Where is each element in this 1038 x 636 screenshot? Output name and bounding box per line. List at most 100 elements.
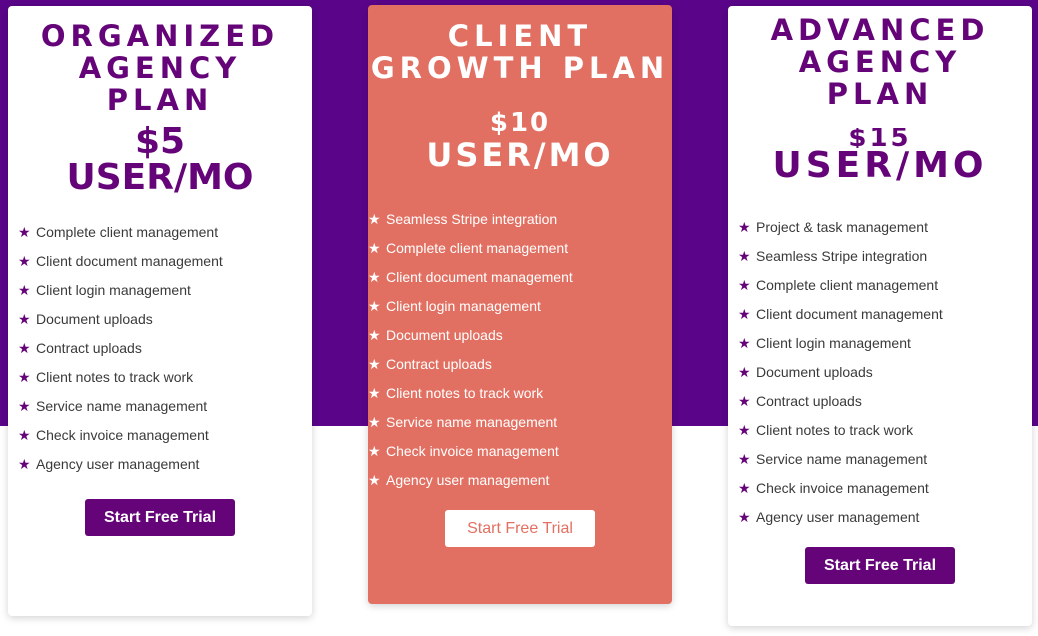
star-icon: ★ xyxy=(738,508,751,525)
feature-item: ★ Project & task management xyxy=(738,212,1032,241)
feature-label: Client notes to track work xyxy=(36,368,194,385)
plan-title: ADVANCED AGENCY PLAN xyxy=(770,13,990,111)
feature-label: Complete client management xyxy=(386,239,569,256)
price-amount: $5 xyxy=(134,121,186,162)
feature-label: Agency user management xyxy=(386,471,550,488)
feature-item: ★ Document uploads xyxy=(738,357,1032,386)
star-icon: ★ xyxy=(18,426,31,443)
star-icon: ★ xyxy=(368,413,381,430)
feature-label: Client document management xyxy=(756,305,943,322)
star-icon: ★ xyxy=(18,339,31,356)
star-icon: ★ xyxy=(368,355,381,372)
feature-label: Document uploads xyxy=(756,363,873,380)
star-icon: ★ xyxy=(738,450,751,467)
plan-title: ORGANIZED AGENCY PLAN xyxy=(40,19,280,117)
price-unit: USER/MO xyxy=(66,157,254,198)
star-icon: ★ xyxy=(18,368,31,385)
feature-item: ★ Contract uploads xyxy=(18,333,312,362)
feature-label: Client notes to track work xyxy=(386,384,544,401)
plan-title: CLIENT GROWTH PLAN xyxy=(370,19,670,85)
star-icon: ★ xyxy=(368,442,381,459)
start-free-trial-button[interactable]: Start Free Trial xyxy=(445,510,595,547)
feature-item: ★ Agency user management xyxy=(368,465,672,494)
feature-item: ★ Complete client management xyxy=(18,217,312,246)
star-icon: ★ xyxy=(368,297,381,314)
star-icon: ★ xyxy=(18,397,31,414)
star-icon: ★ xyxy=(738,305,751,322)
pricing-card-organized-agency: ORGANIZED AGENCY PLAN $5 USER/MO ★ Comple… xyxy=(8,6,312,616)
feature-label: Client login management xyxy=(36,281,191,298)
feature-label: Client document management xyxy=(386,268,573,285)
feature-label: Check invoice management xyxy=(756,479,929,496)
star-icon: ★ xyxy=(738,247,751,264)
feature-item: ★ Agency user management xyxy=(18,449,312,478)
feature-label: Seamless Stripe integration xyxy=(756,247,928,264)
star-icon: ★ xyxy=(18,281,31,298)
feature-item: ★ Agency user management xyxy=(738,502,1032,531)
feature-label: Client login management xyxy=(756,334,911,351)
star-icon: ★ xyxy=(738,218,751,235)
feature-label: Document uploads xyxy=(386,326,503,343)
feature-item: ★ Client notes to track work xyxy=(368,378,672,407)
feature-item: ★ Client document management xyxy=(18,246,312,275)
feature-label: Complete client management xyxy=(36,223,219,240)
feature-item: ★ Check invoice management xyxy=(368,436,672,465)
star-icon: ★ xyxy=(738,276,751,293)
star-icon: ★ xyxy=(738,479,751,496)
feature-label: Project & task management xyxy=(756,218,928,235)
plan-price: $10 USER/MO xyxy=(368,108,672,172)
feature-item: ★ Document uploads xyxy=(18,304,312,333)
star-icon: ★ xyxy=(368,326,381,343)
feature-item: ★ Contract uploads xyxy=(368,349,672,378)
feature-list: ★ Project & task management ★ Seamless Stri… xyxy=(738,212,1032,531)
feature-item: ★ Check invoice management xyxy=(738,473,1032,502)
feature-label: Check invoice management xyxy=(36,426,209,443)
feature-item: ★ Client document management xyxy=(368,262,672,291)
star-icon: ★ xyxy=(738,392,751,409)
price-unit: USER/MO xyxy=(426,136,614,174)
price-amount: $10 xyxy=(489,108,551,138)
feature-label: Client document management xyxy=(36,252,223,269)
pricing-card-advanced-agency: ADVANCED AGENCY PLAN $15 USER/MO ★ Projec… xyxy=(728,6,1032,626)
star-icon: ★ xyxy=(18,223,31,240)
star-icon: ★ xyxy=(738,334,751,351)
feature-label: Client login management xyxy=(386,297,541,314)
price-unit: USER/MO xyxy=(772,145,988,186)
feature-label: Contract uploads xyxy=(36,339,142,356)
feature-label: Service name management xyxy=(386,413,558,430)
feature-label: Check invoice management xyxy=(386,442,559,459)
feature-item: ★ Complete client management xyxy=(738,270,1032,299)
star-icon: ★ xyxy=(738,363,751,380)
star-icon: ★ xyxy=(18,252,31,269)
start-free-trial-button[interactable]: Start Free Trial xyxy=(85,499,235,536)
feature-label: Service name management xyxy=(36,397,208,414)
feature-item: ★ Client login management xyxy=(738,328,1032,357)
feature-item: ★ Check invoice management xyxy=(18,420,312,449)
feature-item: ★ Client login management xyxy=(18,275,312,304)
star-icon: ★ xyxy=(368,210,381,227)
feature-label: Client notes to track work xyxy=(756,421,914,438)
star-icon: ★ xyxy=(368,384,381,401)
feature-item: ★ Seamless Stripe integration xyxy=(738,241,1032,270)
feature-item: ★ Seamless Stripe integration xyxy=(368,204,672,233)
feature-item: ★ Client notes to track work xyxy=(18,362,312,391)
feature-label: Contract uploads xyxy=(386,355,492,372)
feature-list: ★ Seamless Stripe integration ★ Complete cl… xyxy=(368,204,672,494)
feature-list: ★ Complete client management ★ Client docum… xyxy=(18,217,312,478)
star-icon: ★ xyxy=(368,471,381,488)
plan-price: $15 USER/MO xyxy=(728,128,1032,184)
feature-item: ★ Complete client management xyxy=(368,233,672,262)
feature-item: ★ Client document management xyxy=(738,299,1032,328)
feature-item: ★ Client login management xyxy=(368,291,672,320)
star-icon: ★ xyxy=(18,455,31,472)
feature-item: ★ Contract uploads xyxy=(738,386,1032,415)
star-icon: ★ xyxy=(368,268,381,285)
start-free-trial-button[interactable]: Start Free Trial xyxy=(805,547,955,584)
feature-label: Service name management xyxy=(756,450,928,467)
feature-label: Agency user management xyxy=(36,455,200,472)
star-icon: ★ xyxy=(738,421,751,438)
feature-label: Agency user management xyxy=(756,508,920,525)
feature-label: Contract uploads xyxy=(756,392,862,409)
star-icon: ★ xyxy=(18,310,31,327)
feature-label: Document uploads xyxy=(36,310,153,327)
